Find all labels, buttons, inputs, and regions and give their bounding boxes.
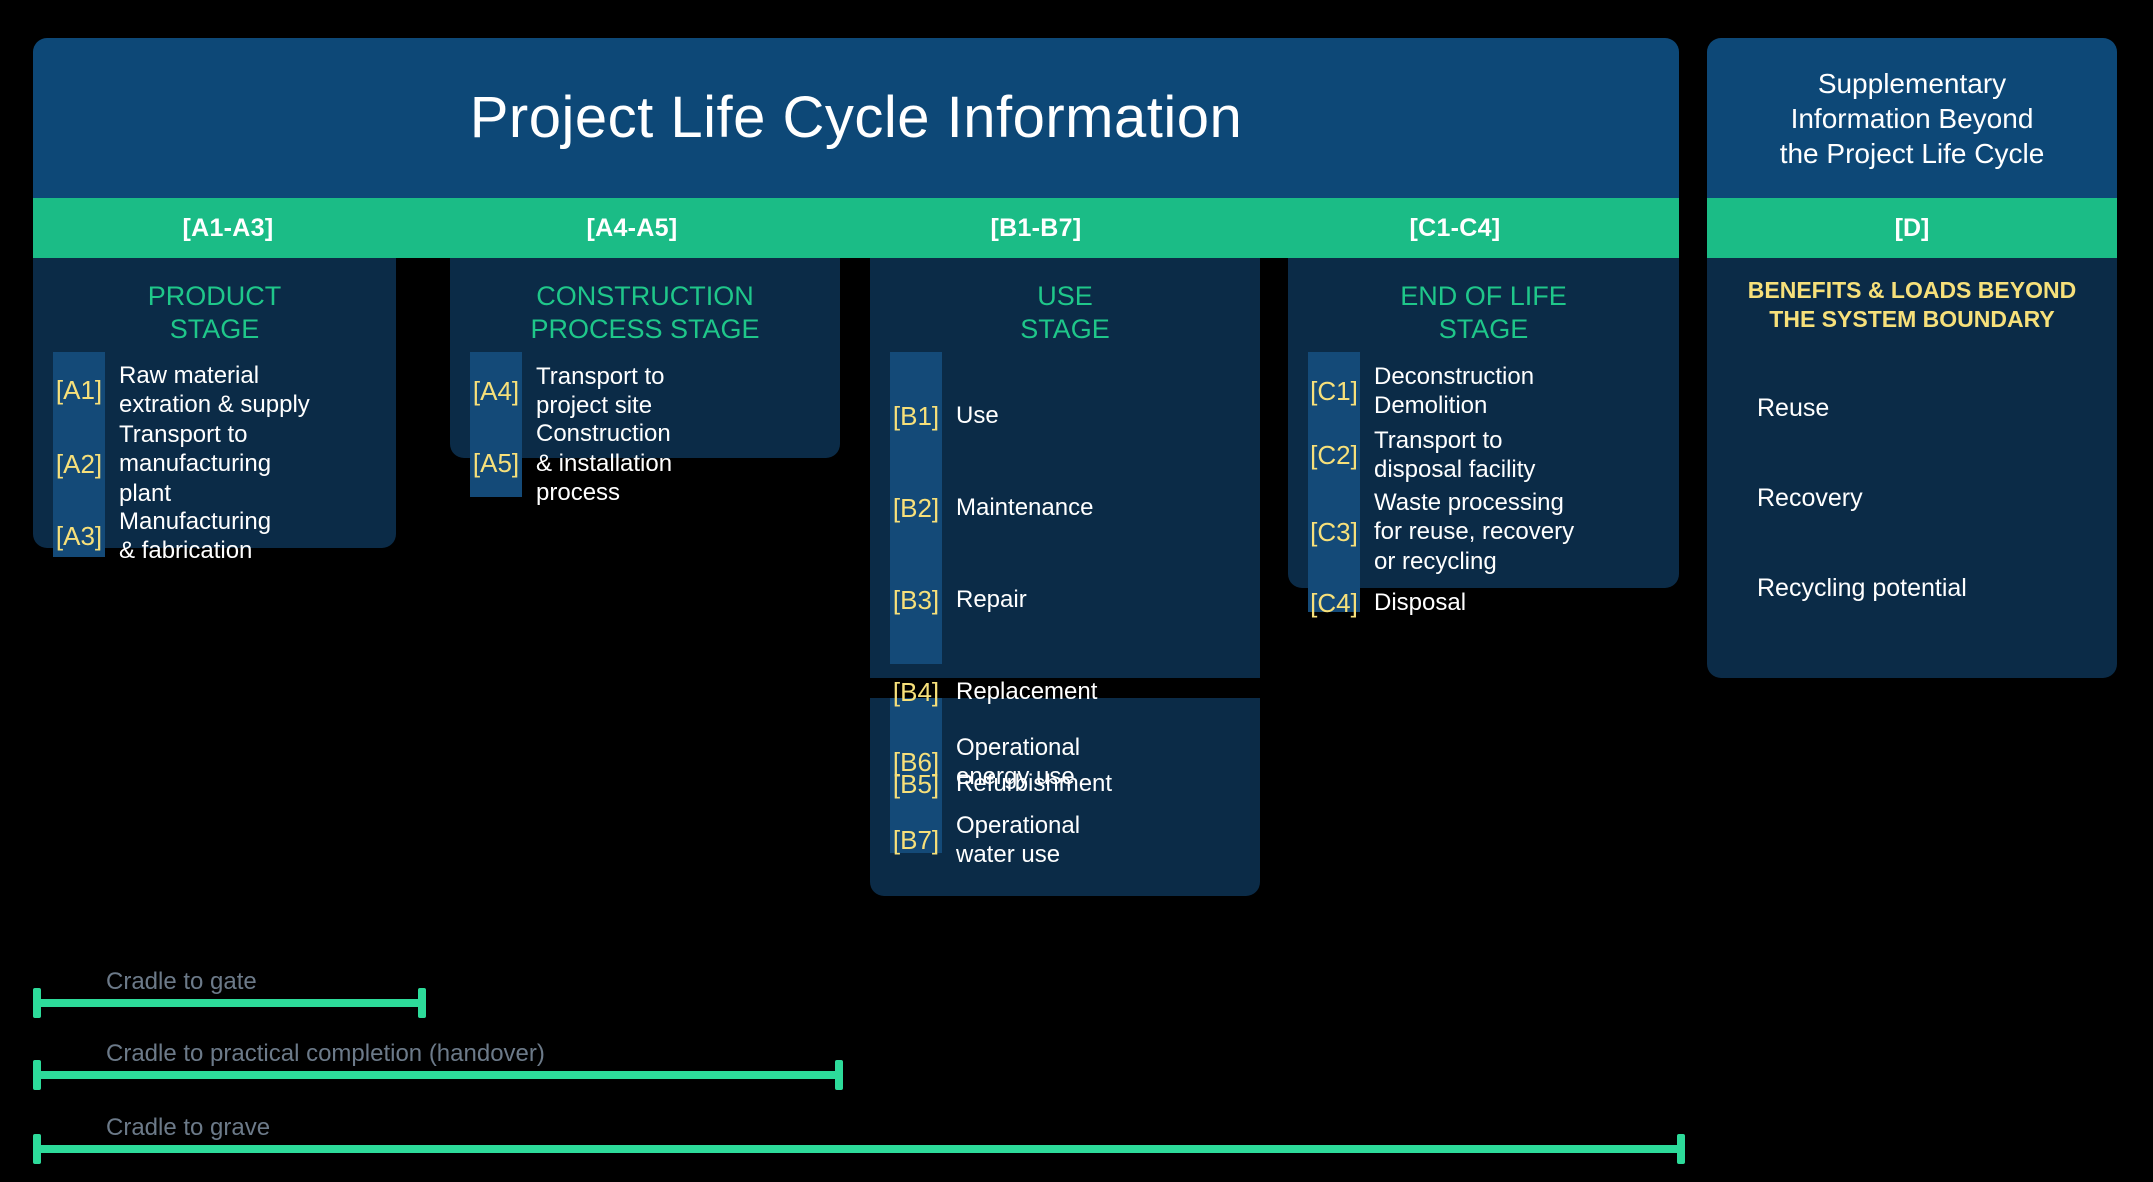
use-stage-title: USE STAGE bbox=[1020, 281, 1110, 344]
bracket-label-cradle-to-grave: Cradle to grave bbox=[106, 1114, 271, 1141]
list-item[interactable]: [B1] Use bbox=[890, 370, 1260, 462]
item-code: [A3] bbox=[55, 521, 103, 552]
stage-code-a1-a3: [A1-A3] bbox=[182, 213, 274, 242]
end-of-life-stage-items: [C1] Deconstruction Demolition [C2] Tran… bbox=[1288, 351, 1679, 630]
main-header: Project Life Cycle Information bbox=[33, 38, 1679, 198]
page-title: Project Life Cycle Information bbox=[469, 85, 1243, 150]
item-code: [A1] bbox=[55, 374, 103, 405]
product-stage-title: PRODUCT STAGE bbox=[147, 281, 282, 344]
stage-code-b1-b7: [B1-B7] bbox=[990, 213, 1082, 242]
item-code: [B4] bbox=[892, 676, 940, 707]
construction-stage-panel: CONSTRUCTION PROCESS STAGE [A4] Transpor… bbox=[450, 258, 840, 506]
stage-column-product: PRODUCT STAGE [A1] Raw material extratio… bbox=[33, 258, 396, 564]
item-label: Maintenance bbox=[956, 494, 1094, 522]
list-item[interactable]: Reuse bbox=[1707, 364, 2117, 454]
list-item[interactable]: [A4] Transport to project site bbox=[470, 360, 840, 422]
stage-code-a4-a5: [A4-A5] bbox=[586, 213, 678, 242]
item-label: Transport to manufacturing plant bbox=[119, 420, 272, 507]
item-label: Manufacturing & fabrication bbox=[119, 508, 272, 565]
item-label: Disposal bbox=[1374, 589, 1467, 617]
item-label: Operational water use bbox=[956, 811, 1081, 868]
bracket-cap-start bbox=[33, 1134, 41, 1164]
item-code: [B1] bbox=[892, 400, 940, 431]
item-label: Transport to disposal facility bbox=[1374, 426, 1536, 483]
item-label: Raw material extration & supply bbox=[119, 361, 310, 418]
list-item[interactable]: [C3] Waste processing for reuse, recover… bbox=[1308, 488, 1679, 576]
item-label: Waste processing for reuse, recovery or … bbox=[1374, 488, 1575, 575]
item-label: Recycling potential bbox=[1757, 574, 1967, 602]
list-item[interactable]: [A3] Manufacturing & fabrication bbox=[53, 508, 396, 565]
list-item[interactable]: [B7] Operational water use bbox=[890, 801, 1260, 879]
item-code: [C3] bbox=[1310, 516, 1358, 547]
stage-code-c1-c4: [C1-C4] bbox=[1409, 213, 1501, 242]
supplementary-subtitle: BENEFITS & LOADS BEYOND THE SYSTEM BOUND… bbox=[1747, 277, 2077, 332]
end-of-life-stage-title: END OF LIFE STAGE bbox=[1400, 281, 1567, 344]
bracket-cap-end bbox=[1677, 1134, 1685, 1164]
list-item[interactable]: [B3] Repair bbox=[890, 554, 1260, 646]
item-code: [C2] bbox=[1310, 439, 1358, 470]
construction-stage-items: [A4] Transport to project site [A5] Cons… bbox=[450, 351, 840, 507]
supplementary-header: Supplementary Information Beyond the Pro… bbox=[1707, 38, 2117, 198]
item-code: [A4] bbox=[472, 375, 520, 406]
item-label: Deconstruction Demolition bbox=[1374, 362, 1535, 419]
list-item[interactable]: [A2] Transport to manufacturing plant bbox=[53, 420, 396, 508]
item-label: Use bbox=[956, 402, 999, 430]
stage-column-end-of-life: END OF LIFE STAGE [C1] Deconstruction De… bbox=[1288, 258, 1679, 616]
item-code: [B7] bbox=[892, 825, 940, 855]
item-label: Recovery bbox=[1757, 484, 1863, 512]
list-item[interactable]: [B2] Maintenance bbox=[890, 462, 1260, 554]
supplementary-body: BENEFITS & LOADS BEYOND THE SYSTEM BOUND… bbox=[1707, 258, 2117, 678]
item-code: [A2] bbox=[55, 448, 103, 479]
product-stage-panel: PRODUCT STAGE [A1] Raw material extratio… bbox=[33, 258, 396, 564]
bracket-line-cradle-to-grave bbox=[33, 1145, 1685, 1153]
list-item[interactable]: [C2] Transport to disposal facility bbox=[1308, 422, 1679, 488]
construction-stage-title: CONSTRUCTION PROCESS STAGE bbox=[530, 281, 760, 344]
stage-code-band: [A1-A3] [A4-A5] [B1-B7] [C1-C4] bbox=[33, 198, 1679, 258]
list-item[interactable]: [A5] Construction & installation process bbox=[470, 420, 840, 507]
item-label: Transport to project site bbox=[536, 362, 665, 419]
life-cycle-group: Project Life Cycle Information [A1-A3] [… bbox=[33, 38, 1679, 1098]
item-code: [B2] bbox=[892, 492, 940, 523]
use-stage-panel-upper: USE STAGE [B1] Use [B2] Maintenance [B3]… bbox=[870, 258, 1260, 797]
item-code: [B6] bbox=[892, 747, 940, 777]
product-stage-items: [A1] Raw material extration & supply [A2… bbox=[33, 351, 396, 565]
stage-columns: PRODUCT STAGE [A1] Raw material extratio… bbox=[33, 258, 1679, 1098]
list-item[interactable]: [B6] Operational energy use bbox=[890, 723, 1260, 801]
list-item[interactable]: [C1] Deconstruction Demolition bbox=[1308, 360, 1679, 422]
item-code: [A5] bbox=[472, 448, 520, 479]
item-code: [B3] bbox=[892, 584, 940, 615]
item-label: Construction & installation process bbox=[536, 420, 673, 507]
item-label: Repair bbox=[956, 586, 1027, 614]
stage-column-use: USE STAGE [B1] Use [B2] Maintenance [B3]… bbox=[870, 258, 1260, 896]
list-item[interactable]: Recycling potential bbox=[1707, 544, 2117, 634]
item-code: [C4] bbox=[1310, 587, 1358, 618]
supplementary-group: Supplementary Information Beyond the Pro… bbox=[1707, 38, 2117, 678]
supplementary-code-band: [D] bbox=[1707, 198, 2117, 258]
stage-column-construction: CONSTRUCTION PROCESS STAGE [A4] Transpor… bbox=[450, 258, 840, 506]
supplementary-title: Supplementary Information Beyond the Pro… bbox=[1779, 67, 2045, 169]
list-item[interactable]: [A1] Raw material extration & supply bbox=[53, 360, 396, 420]
list-item[interactable]: [C4] Disposal bbox=[1308, 576, 1679, 630]
item-label: Replacement bbox=[956, 678, 1098, 706]
end-of-life-stage-panel: END OF LIFE STAGE [C1] Deconstruction De… bbox=[1288, 258, 1679, 616]
item-label: Reuse bbox=[1757, 394, 1830, 422]
list-item[interactable]: Recovery bbox=[1707, 454, 2117, 544]
item-label: Operational energy use bbox=[956, 733, 1081, 790]
item-code: [C1] bbox=[1310, 375, 1358, 406]
